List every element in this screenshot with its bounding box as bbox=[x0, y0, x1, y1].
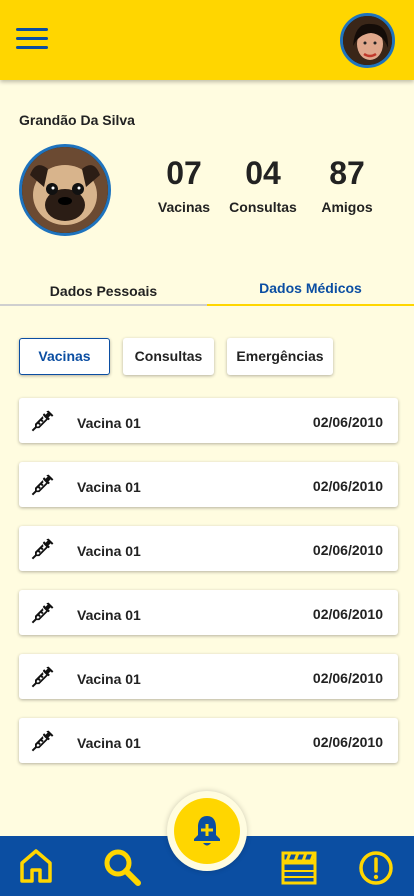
stat-label: Amigos bbox=[321, 199, 373, 215]
vaccine-name: Vacina 01 bbox=[77, 479, 141, 495]
vaccine-date: 02/06/2010 bbox=[312, 414, 383, 430]
vaccine-list-item[interactable]: Vacina 01 02/06/2010 bbox=[19, 718, 398, 763]
syringe-icon bbox=[31, 474, 54, 496]
stat-consultas: 04 Consultas bbox=[218, 155, 308, 215]
clapperboard-icon[interactable] bbox=[281, 849, 317, 885]
home-icon[interactable] bbox=[19, 848, 53, 884]
menu-icon[interactable] bbox=[16, 26, 48, 52]
alert-circle-icon[interactable] bbox=[358, 850, 394, 886]
filter-emergencias[interactable]: Emergências bbox=[227, 338, 333, 375]
stat-amigos: 87 Amigos bbox=[302, 155, 392, 215]
vaccine-name: Vacina 01 bbox=[77, 415, 141, 431]
vaccine-name: Vacina 01 bbox=[77, 543, 141, 559]
vaccine-date: 02/06/2010 bbox=[312, 670, 383, 686]
vaccine-name: Vacina 01 bbox=[77, 607, 141, 623]
vaccine-list-item[interactable]: Vacina 01 02/06/2010 bbox=[19, 398, 398, 443]
pet-avatar bbox=[19, 144, 111, 236]
stat-value: 07 bbox=[166, 155, 202, 191]
search-icon[interactable] bbox=[102, 847, 142, 887]
stat-label: Consultas bbox=[229, 199, 297, 215]
syringe-icon bbox=[31, 538, 54, 560]
add-alert-button[interactable] bbox=[174, 798, 240, 864]
stat-value: 04 bbox=[245, 155, 281, 191]
stat-label: Vacinas bbox=[157, 199, 211, 215]
syringe-icon bbox=[31, 410, 54, 432]
vaccine-name: Vacina 01 bbox=[77, 671, 141, 687]
vaccine-list-item[interactable]: Vacina 01 02/06/2010 bbox=[19, 654, 398, 699]
stat-vacinas: 07 Vacinas bbox=[139, 155, 229, 215]
vaccine-date: 02/06/2010 bbox=[312, 478, 383, 494]
user-avatar[interactable] bbox=[340, 13, 395, 68]
vaccine-list-item[interactable]: Vacina 01 02/06/2010 bbox=[19, 526, 398, 571]
tab-dados-medicos[interactable]: Dados Médicos bbox=[207, 272, 414, 306]
tab-dados-pessoais[interactable]: Dados Pessoais bbox=[0, 272, 207, 306]
vaccine-date: 02/06/2010 bbox=[312, 606, 383, 622]
vaccine-name: Vacina 01 bbox=[77, 735, 141, 751]
syringe-icon bbox=[31, 602, 54, 624]
filter-vacinas[interactable]: Vacinas bbox=[19, 338, 110, 375]
owner-name: Grandão Da Silva bbox=[19, 112, 135, 128]
profile-tabs: Dados Pessoais Dados Médicos bbox=[0, 272, 414, 306]
top-app-bar bbox=[0, 0, 414, 80]
add-alert-icon bbox=[194, 816, 220, 846]
vaccine-date: 02/06/2010 bbox=[312, 734, 383, 750]
syringe-icon bbox=[31, 730, 54, 752]
vaccine-date: 02/06/2010 bbox=[312, 542, 383, 558]
syringe-icon bbox=[31, 666, 54, 688]
filter-consultas[interactable]: Consultas bbox=[123, 338, 214, 375]
stat-value: 87 bbox=[329, 155, 365, 191]
vaccine-list-item[interactable]: Vacina 01 02/06/2010 bbox=[19, 462, 398, 507]
vaccine-list-item[interactable]: Vacina 01 02/06/2010 bbox=[19, 590, 398, 635]
